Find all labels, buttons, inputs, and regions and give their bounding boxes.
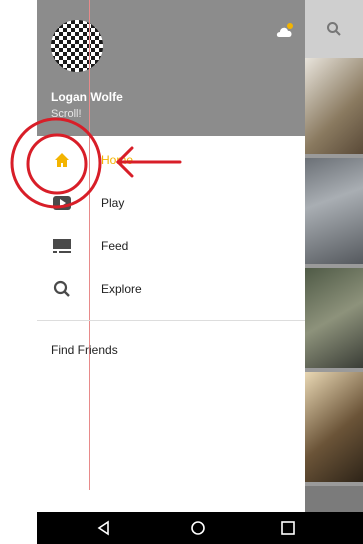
annotation-circle: [10, 117, 102, 209]
back-icon[interactable]: [94, 518, 114, 538]
annotation-arrow: [115, 146, 182, 178]
system-navigation-bar: [37, 512, 363, 544]
home-circle-icon[interactable]: [188, 518, 208, 538]
annotation-overlay: [10, 117, 182, 209]
recents-icon[interactable]: [278, 518, 298, 538]
